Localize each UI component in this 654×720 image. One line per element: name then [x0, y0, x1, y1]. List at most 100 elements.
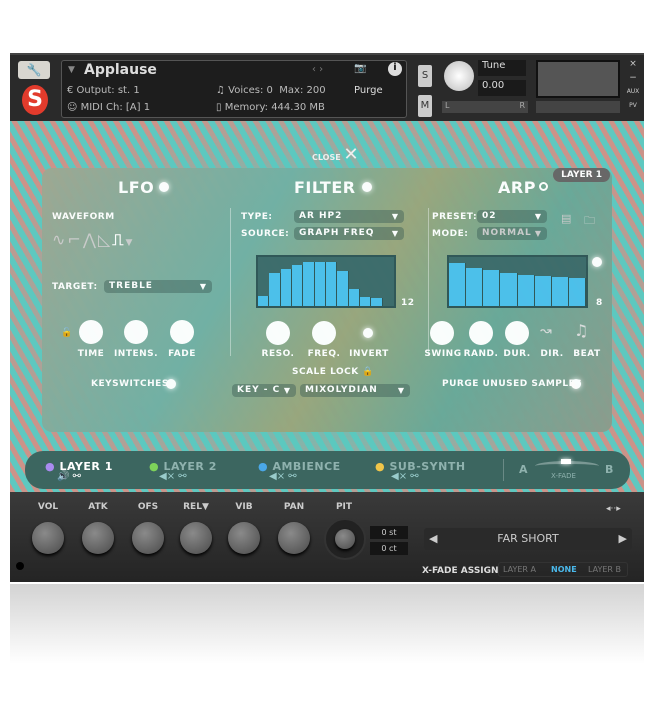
- lfo-toggle[interactable]: [159, 182, 169, 192]
- volume-slider[interactable]: [536, 101, 620, 113]
- wrench-icon[interactable]: 🔧: [18, 61, 50, 79]
- link-icon[interactable]: ⚯: [178, 471, 186, 482]
- link-icon[interactable]: ⚯: [288, 471, 296, 482]
- info-icon[interactable]: i: [388, 62, 402, 76]
- tune-value[interactable]: 0.00: [478, 80, 526, 96]
- atk-knob[interactable]: [82, 522, 114, 554]
- arp-step-bar[interactable]: [551, 277, 569, 306]
- semitone-field[interactable]: 0 st: [370, 526, 408, 539]
- sine-wave-icon[interactable]: ∿: [52, 230, 67, 249]
- close-window-button[interactable]: ×: [626, 57, 640, 71]
- folder-icon[interactable]: 🗀: [584, 212, 595, 231]
- filter-toggle[interactable]: [362, 182, 372, 192]
- close-panel-button[interactable]: CLOSE ✕: [312, 144, 359, 165]
- saw-wave-icon[interactable]: ◺: [98, 230, 112, 249]
- pan-slider[interactable]: LR: [442, 101, 528, 113]
- assign-none[interactable]: NONE: [551, 563, 577, 576]
- mute-button[interactable]: M: [418, 95, 432, 117]
- arp-preset-dropdown[interactable]: 02 ▼: [477, 210, 547, 223]
- arp-step-bar[interactable]: [534, 276, 552, 306]
- pv-button[interactable]: PV: [626, 99, 640, 113]
- filter-step-bar[interactable]: [371, 298, 383, 306]
- prev-next-icon[interactable]: ‹ ›: [312, 64, 323, 75]
- filter-step-bar[interactable]: [303, 262, 315, 306]
- expand-icon[interactable]: ◂··▸: [606, 504, 621, 514]
- mute-icon[interactable]: ◀×: [159, 471, 175, 482]
- link-icon[interactable]: ⚯: [410, 471, 418, 482]
- keyswitches-toggle[interactable]: [166, 379, 176, 389]
- link-icon[interactable]: ⚯: [73, 471, 81, 482]
- triangle-wave-icon[interactable]: ⋀: [83, 230, 98, 249]
- scale-lock-label[interactable]: SCALE LOCK 🔒: [292, 367, 374, 377]
- filter-step-bar[interactable]: [258, 296, 270, 306]
- rel-label[interactable]: REL▼: [176, 502, 216, 512]
- source-dropdown[interactable]: GRAPH FREQ ▼: [294, 227, 404, 240]
- direction-icon[interactable]: ↝: [540, 323, 552, 339]
- frequency-knob[interactable]: [312, 321, 336, 345]
- aux-button[interactable]: AUX: [626, 85, 640, 99]
- output-select[interactable]: € Output: st. 1: [67, 85, 140, 96]
- waveform-selector[interactable]: ∿⌐⋀◺⎍▼: [52, 230, 134, 250]
- solo-button[interactable]: S: [418, 65, 432, 87]
- arp-toggle[interactable]: [539, 182, 548, 191]
- layer-tab-sub-synth[interactable]: ● SUB-SYNTH: [375, 455, 466, 474]
- cent-field[interactable]: 0 ct: [370, 542, 408, 555]
- filter-step-bar[interactable]: [314, 262, 326, 306]
- rel-knob[interactable]: [180, 522, 212, 554]
- arp-steps[interactable]: 8: [596, 298, 603, 308]
- intensity-knob[interactable]: [124, 320, 148, 344]
- swing-knob[interactable]: [430, 321, 454, 345]
- purge-unused-toggle[interactable]: [571, 379, 581, 389]
- arp-step-bar[interactable]: [517, 275, 535, 306]
- midi-select[interactable]: ☺ MIDI Ch: [A] 1: [67, 102, 150, 113]
- arp-step-bar[interactable]: [500, 273, 518, 306]
- save-icon[interactable]: ▤: [561, 212, 571, 225]
- resonance-knob[interactable]: [266, 321, 290, 345]
- lock-icon[interactable]: 🔓: [61, 328, 72, 338]
- resize-handle[interactable]: [16, 562, 24, 570]
- random-wave-icon[interactable]: ⎍: [112, 230, 125, 249]
- arp-mode-dropdown[interactable]: NORMAL ▼: [477, 227, 547, 240]
- assign-layer-b[interactable]: LAYER B: [588, 563, 621, 576]
- invert-toggle[interactable]: [363, 328, 373, 338]
- vol-knob[interactable]: [32, 522, 64, 554]
- target-dropdown[interactable]: TREBLE ▼: [104, 280, 212, 293]
- filter-step-bar[interactable]: [291, 265, 304, 306]
- arp-step-bar[interactable]: [466, 268, 484, 306]
- camera-icon[interactable]: 📷: [354, 63, 366, 74]
- preset-selector[interactable]: ◀ FAR SHORT ▶: [424, 528, 632, 550]
- arp-step-bar[interactable]: [483, 270, 501, 306]
- filter-step-bar[interactable]: [280, 269, 292, 306]
- arp-step-graph[interactable]: [447, 255, 588, 308]
- mute-icon[interactable]: ◀×: [391, 471, 407, 482]
- pan-knob[interactable]: [278, 522, 310, 554]
- filter-step-bar[interactable]: [325, 262, 338, 306]
- scale-dropdown[interactable]: MIXOLYDIAN ▼: [300, 384, 410, 397]
- assign-layer-a[interactable]: LAYER A: [503, 563, 536, 576]
- filter-step-bar[interactable]: [359, 297, 372, 306]
- menu-arrow-icon[interactable]: ▼: [68, 65, 75, 75]
- filter-step-bar[interactable]: [269, 272, 281, 306]
- key-dropdown[interactable]: KEY - C ▼: [232, 384, 296, 397]
- purge-menu[interactable]: Purge: [354, 85, 383, 96]
- prev-preset-icon[interactable]: ◀: [429, 528, 437, 550]
- waveform-dropdown-icon[interactable]: ▼: [125, 238, 134, 248]
- random-knob[interactable]: [469, 321, 493, 345]
- filter-type-dropdown[interactable]: AR HP2 ▼: [294, 210, 404, 223]
- fade-knob[interactable]: [170, 320, 194, 344]
- vib-knob[interactable]: [228, 522, 260, 554]
- duration-knob[interactable]: [505, 321, 529, 345]
- arp-graph-toggle[interactable]: [592, 257, 602, 267]
- mute-icon[interactable]: ◀×: [269, 471, 285, 482]
- next-preset-icon[interactable]: ▶: [619, 528, 627, 550]
- pitch-knob[interactable]: [324, 518, 366, 560]
- ofs-knob[interactable]: [132, 522, 164, 554]
- filter-step-bar[interactable]: [337, 270, 349, 306]
- arp-step-bar[interactable]: [568, 278, 586, 306]
- arp-step-bar[interactable]: [449, 262, 467, 306]
- xfade-handle[interactable]: [561, 459, 571, 464]
- tune-knob[interactable]: [444, 61, 474, 91]
- minimize-button[interactable]: −: [626, 71, 640, 85]
- filter-step-graph[interactable]: [256, 255, 396, 308]
- speaker-on-icon[interactable]: 🔊: [57, 471, 69, 482]
